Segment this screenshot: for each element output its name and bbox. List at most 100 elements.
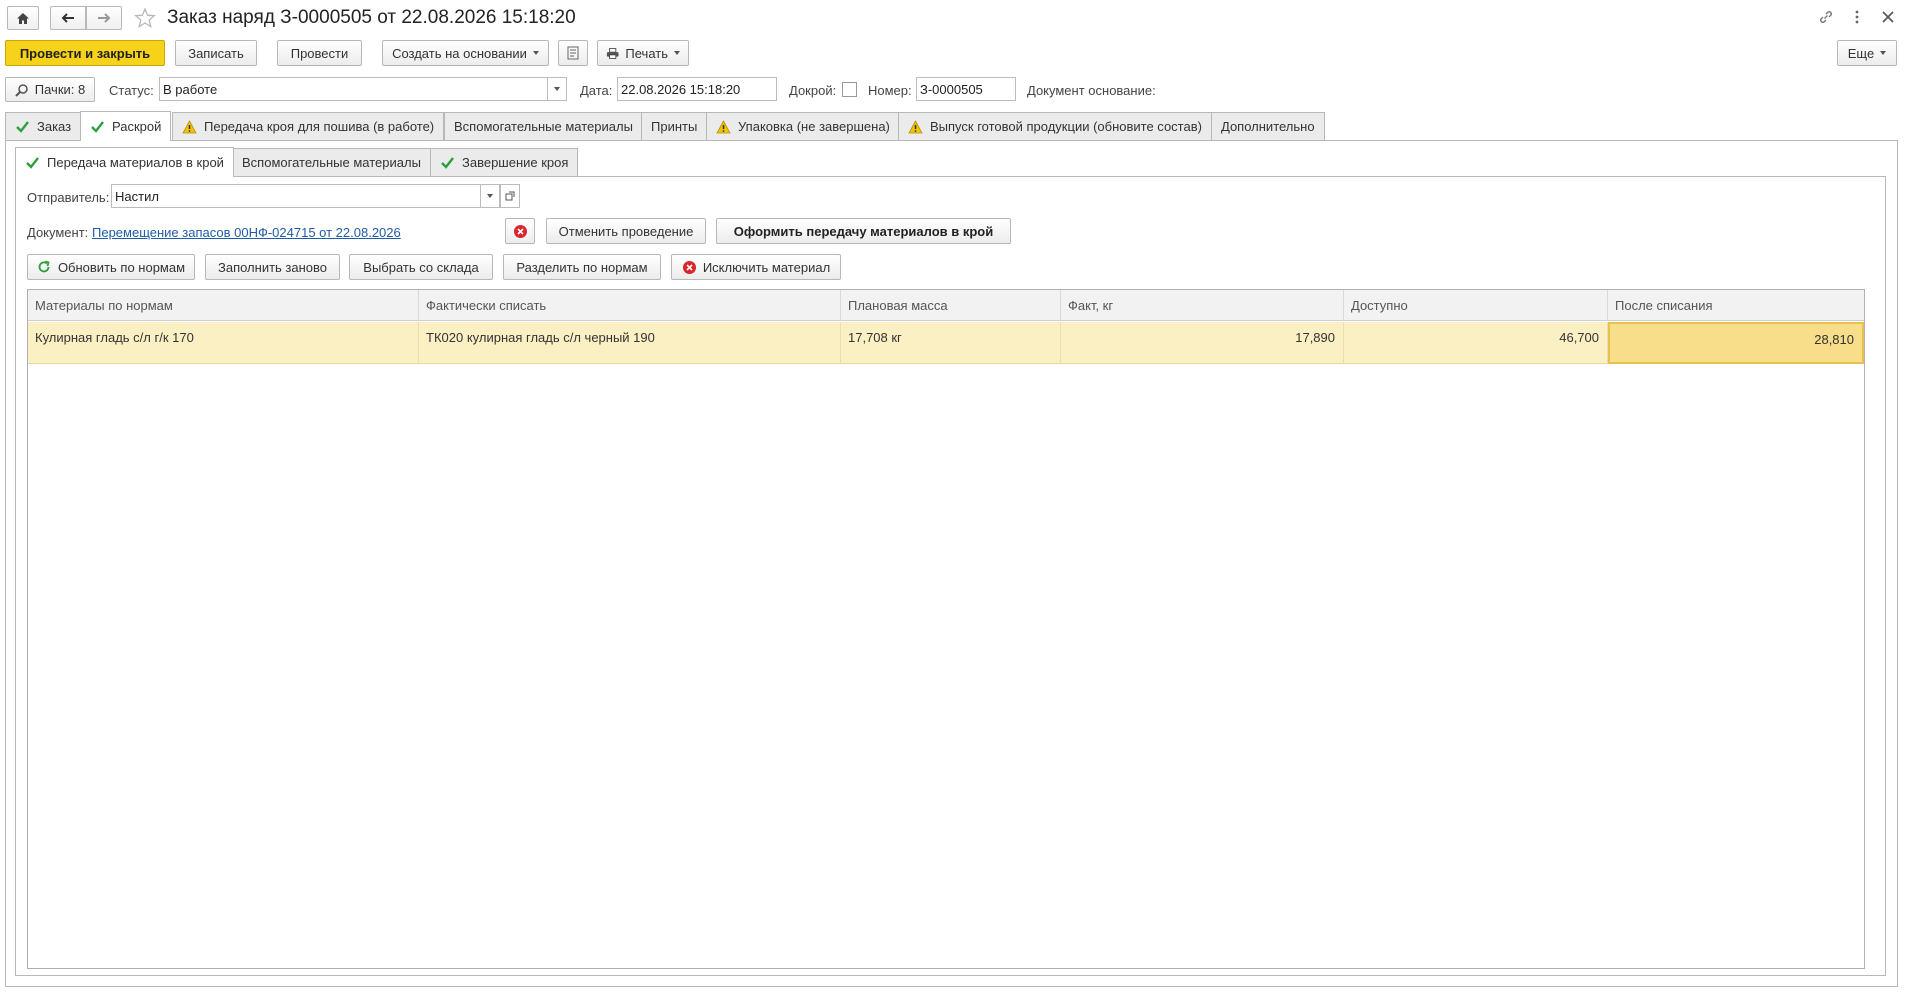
- error-icon: [682, 260, 696, 274]
- more-label: Еще: [1847, 45, 1875, 61]
- more-vertical-icon[interactable]: [1854, 9, 1860, 25]
- magnifier-icon: [15, 83, 28, 97]
- date-field[interactable]: 22.08.2026 15:18:20: [617, 77, 777, 101]
- sender-label: Отправитель:: [27, 190, 110, 205]
- recut-label: Докрой:: [789, 83, 837, 98]
- print-label: Печать: [625, 45, 668, 61]
- tab-auxiliary-materials-label: Вспомогательные материалы: [454, 119, 633, 134]
- open-window-icon: [505, 191, 515, 201]
- chevron-down-icon: [1880, 51, 1887, 55]
- warning-icon: [908, 119, 923, 133]
- print-button[interactable]: Печать: [597, 40, 689, 66]
- arrow-right-icon: [98, 13, 111, 23]
- warning-icon: [716, 119, 731, 133]
- window-title: Заказ наряд З-0000505 от 22.08.2026 15:1…: [167, 7, 576, 28]
- tab-additional-label: Дополнительно: [1221, 119, 1315, 134]
- column-header[interactable]: Факт, кг: [1061, 290, 1344, 321]
- tab-finished-products[interactable]: Выпуск готовой продукции (обновите соста…: [898, 112, 1212, 140]
- column-header[interactable]: Доступно: [1344, 290, 1608, 321]
- subtab-cutting-completion[interactable]: Завершение кроя: [430, 148, 579, 176]
- chevron-down-icon: [554, 87, 560, 91]
- star-icon[interactable]: [134, 7, 156, 29]
- create-based-button[interactable]: Создать на основании: [382, 40, 549, 66]
- chevron-down-icon: [674, 51, 680, 55]
- subtab-auxiliary-materials[interactable]: Вспомогательные материалы: [232, 148, 431, 176]
- document-label: Документ:: [27, 225, 89, 240]
- tab-transfer-to-sewing-label: Передача кроя для пошива (в работе): [204, 119, 435, 134]
- cancel-posting-button[interactable]: Отменить проведение: [546, 218, 706, 244]
- tab-order[interactable]: Заказ: [5, 112, 82, 140]
- column-header[interactable]: Плановая масса: [841, 290, 1061, 321]
- subtab-transfer-materials[interactable]: Передача материалов в крой: [15, 147, 234, 177]
- subtab-cutting-completion-label: Завершение кроя: [462, 155, 569, 170]
- printer-icon: [606, 47, 619, 59]
- home-icon: [17, 12, 29, 24]
- status-field[interactable]: В работе: [159, 77, 548, 101]
- refill-button[interactable]: Заполнить заново: [205, 254, 340, 280]
- bundles-button[interactable]: Пачки: 8: [5, 77, 95, 102]
- forward-button[interactable]: [86, 6, 122, 30]
- tab-transfer-to-sewing[interactable]: Передача кроя для пошива (в работе): [172, 112, 445, 140]
- save-button[interactable]: Записать: [175, 40, 257, 66]
- table-cell[interactable]: 17,890: [1061, 322, 1344, 364]
- report-icon: [567, 46, 579, 60]
- table-cell[interactable]: Кулирная гладь с/л г/к 170: [28, 322, 419, 364]
- update-by-norms-label: Обновить по нормам: [57, 259, 186, 275]
- recut-checkbox[interactable]: [842, 82, 857, 97]
- check-icon: [441, 157, 454, 169]
- subtab-transfer-materials-label: Передача материалов в крой: [47, 155, 224, 170]
- tab-prints[interactable]: Принты: [641, 112, 708, 140]
- warning-icon: [182, 119, 197, 133]
- date-label: Дата:: [580, 83, 613, 98]
- document-link[interactable]: Перемещение запасов 00НФ-024715 от 22.08…: [92, 225, 401, 240]
- exclude-material-button[interactable]: Исключить материал: [671, 254, 841, 280]
- table-cell[interactable]: 46,700: [1344, 322, 1608, 364]
- exclude-material-label: Исключить материал: [702, 259, 831, 275]
- split-by-norms-button[interactable]: Разделить по нормам: [503, 254, 661, 280]
- tab-packing-label: Упаковка (не завершена): [738, 119, 890, 134]
- status-dropdown-button[interactable]: [547, 77, 567, 101]
- pick-from-warehouse-button[interactable]: Выбрать со склада: [349, 254, 493, 280]
- sender-field[interactable]: Настил: [111, 184, 481, 208]
- clear-document-button[interactable]: [505, 218, 535, 244]
- update-by-norms-button[interactable]: Обновить по нормам: [27, 254, 195, 280]
- post-button[interactable]: Провести: [277, 40, 362, 66]
- sender-open-button[interactable]: [500, 184, 520, 208]
- tab-prints-label: Принты: [651, 119, 698, 134]
- number-field[interactable]: З-0000505: [916, 77, 1016, 101]
- link-icon[interactable]: [1818, 9, 1834, 25]
- more-button[interactable]: Еще: [1837, 40, 1897, 66]
- make-transfer-button[interactable]: Оформить передачу материалов в крой: [716, 218, 1011, 244]
- tab-auxiliary-materials[interactable]: Вспомогательные материалы: [444, 112, 643, 140]
- materials-table[interactable]: Материалы по нормам Фактически списать П…: [27, 289, 1865, 969]
- tab-order-label: Заказ: [37, 119, 72, 134]
- bundles-label: Пачки: 8: [34, 82, 86, 97]
- tab-finished-products-label: Выпуск готовой продукции (обновите соста…: [930, 119, 1202, 134]
- table-cell-selected[interactable]: 28,810: [1608, 322, 1864, 364]
- home-button[interactable]: [7, 6, 39, 30]
- chevron-down-icon: [532, 51, 539, 55]
- sender-dropdown-button[interactable]: [480, 184, 500, 208]
- column-header[interactable]: Фактически списать: [419, 290, 841, 321]
- report-button[interactable]: [558, 40, 588, 66]
- tab-cutting[interactable]: Раскрой: [80, 111, 172, 141]
- post-and-close-button[interactable]: Провести и закрыть: [5, 40, 165, 66]
- subtab-auxiliary-materials-label: Вспомогательные материалы: [242, 155, 421, 170]
- status-label: Статус:: [109, 83, 154, 98]
- column-header[interactable]: После списания: [1608, 290, 1864, 321]
- check-icon: [26, 157, 39, 169]
- number-label: Номер:: [868, 83, 912, 98]
- refresh-icon: [38, 260, 50, 273]
- tab-additional[interactable]: Дополнительно: [1211, 112, 1325, 140]
- column-header[interactable]: Материалы по нормам: [28, 290, 419, 321]
- tab-cutting-label: Раскрой: [112, 119, 162, 134]
- back-button[interactable]: [50, 6, 86, 30]
- table-cell[interactable]: 17,708 кг: [841, 322, 1061, 364]
- tab-packing[interactable]: Упаковка (не завершена): [706, 112, 900, 140]
- check-icon: [91, 121, 104, 133]
- error-icon: [513, 224, 527, 238]
- arrow-left-icon: [61, 13, 74, 23]
- check-icon: [16, 121, 29, 133]
- table-cell[interactable]: ТК020 кулирная гладь с/л черный 190: [419, 322, 841, 364]
- close-icon[interactable]: [1882, 11, 1894, 23]
